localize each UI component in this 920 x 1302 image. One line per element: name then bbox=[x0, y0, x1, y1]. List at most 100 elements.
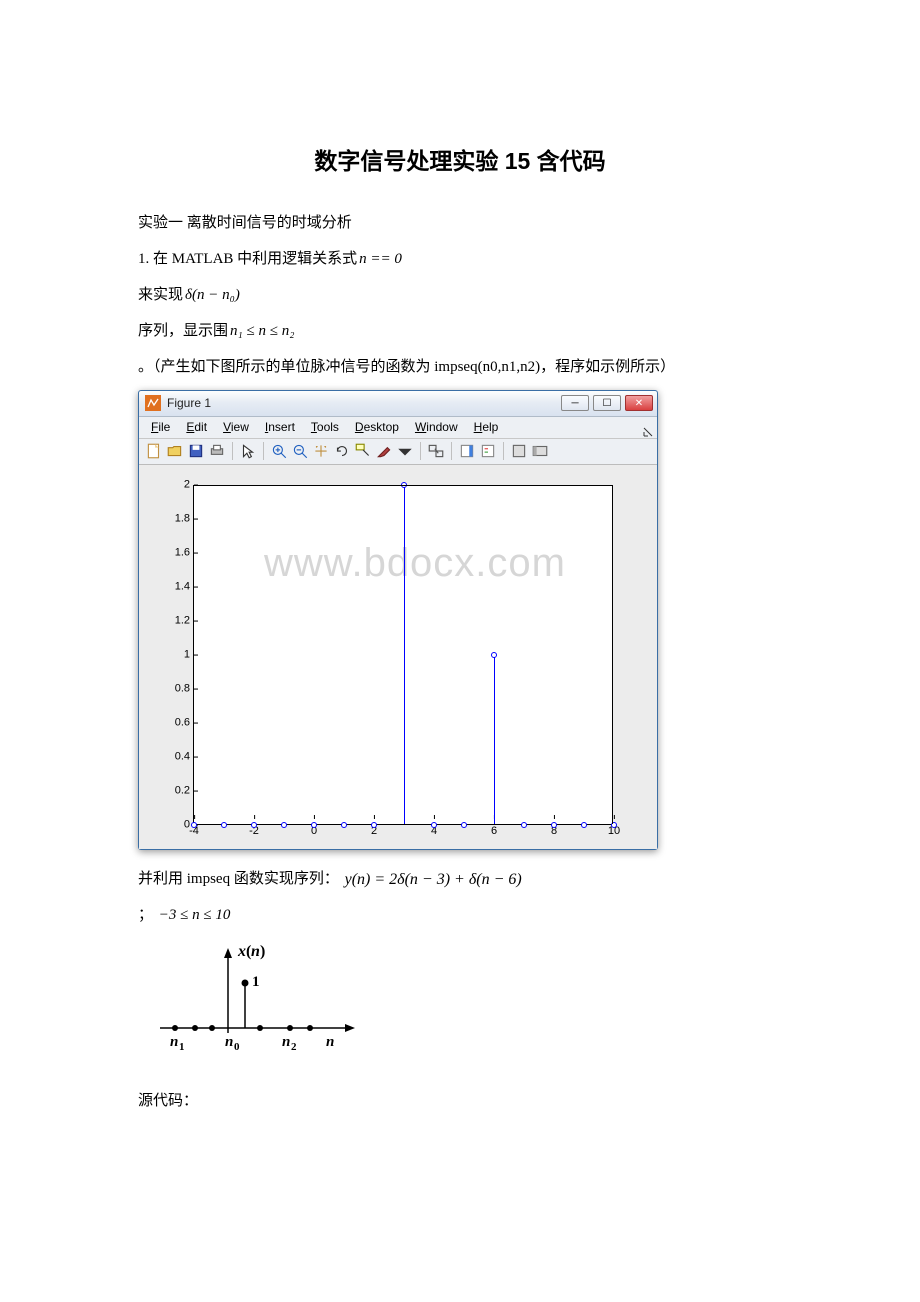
stem-marker bbox=[461, 822, 467, 828]
stem-marker bbox=[371, 822, 377, 828]
menu-edit[interactable]: Edit bbox=[178, 416, 215, 439]
svg-text:): ) bbox=[260, 943, 265, 960]
schematic-diagram: x ( n ) 1 n 1 n 0 n 2 n bbox=[150, 938, 830, 1069]
plot-area: www.bdocx.com 0 0.2 0.4 0.6 0.8 1 1.2 1.4 1.6 1.8… bbox=[139, 465, 657, 849]
stem-marker bbox=[281, 822, 287, 828]
formula-range-2: −3 ≤ n ≤ 10 bbox=[157, 906, 233, 924]
print-icon[interactable] bbox=[208, 442, 226, 460]
stem-marker bbox=[431, 822, 437, 828]
ytick-label: 1.2 bbox=[160, 610, 190, 631]
page-title: 数字信号处理实验 15 含代码 bbox=[90, 140, 830, 184]
stem-marker bbox=[491, 652, 497, 658]
datacursor-icon[interactable] bbox=[354, 442, 372, 460]
stem-marker bbox=[311, 822, 317, 828]
minimize-button[interactable]: ─ bbox=[561, 395, 589, 411]
experiment-heading: 实验一 离散时间信号的时域分析 bbox=[138, 208, 782, 238]
stem-marker bbox=[221, 822, 227, 828]
menu-insert[interactable]: Insert bbox=[257, 416, 303, 439]
para-range: 序列，显示围n₁ ≤ n ≤ n₂ bbox=[138, 316, 782, 346]
text: ； bbox=[138, 907, 153, 923]
separator bbox=[420, 442, 421, 460]
formula-n-eq-0: n == 0 bbox=[357, 250, 404, 268]
svg-text:2: 2 bbox=[291, 1041, 297, 1053]
axes[interactable]: www.bdocx.com 00.20.40.60.811.21.41.61.8… bbox=[193, 485, 613, 825]
menu-view[interactable]: View bbox=[215, 416, 257, 439]
stem-marker bbox=[521, 822, 527, 828]
new-icon[interactable] bbox=[145, 442, 163, 460]
ytick-label: 1.6 bbox=[160, 542, 190, 563]
ytick-label: 1 bbox=[160, 644, 190, 665]
formula-range: n₁ ≤ n ≤ n₂ bbox=[228, 322, 296, 340]
svg-text:n: n bbox=[251, 943, 260, 960]
ytick-label: 0.2 bbox=[160, 780, 190, 801]
pan-icon[interactable] bbox=[312, 442, 330, 460]
menu-window[interactable]: Window bbox=[407, 416, 466, 439]
ytick-label: 2 bbox=[160, 474, 190, 495]
stem-line bbox=[404, 484, 405, 824]
stem-marker bbox=[191, 822, 197, 828]
ytick-label: 0.4 bbox=[160, 746, 190, 767]
matlab-app-icon bbox=[145, 395, 161, 411]
svg-text:1: 1 bbox=[252, 974, 260, 990]
separator bbox=[451, 442, 452, 460]
dock-icon[interactable] bbox=[643, 422, 653, 432]
open-icon[interactable] bbox=[166, 442, 184, 460]
dropdown-icon[interactable] bbox=[396, 442, 414, 460]
matlab-figure-window: Figure 1 ─ ☐ ✕ File Edit View Insert Too… bbox=[138, 390, 658, 850]
ytick-label: 0 bbox=[160, 814, 190, 835]
show-tools-icon[interactable] bbox=[531, 442, 549, 460]
formula-yn: y(n) = 2δ(n − 3) + δ(n − 6) bbox=[343, 870, 524, 889]
source-code-label: 源代码： bbox=[138, 1086, 782, 1116]
text: 序列，显示围 bbox=[138, 323, 228, 339]
pointer-icon[interactable] bbox=[239, 442, 257, 460]
svg-text:n: n bbox=[282, 1034, 290, 1050]
text: 并利用 impseq 函数实现序列： bbox=[138, 871, 339, 887]
separator bbox=[263, 442, 264, 460]
window-title: Figure 1 bbox=[167, 392, 561, 415]
save-icon[interactable] bbox=[187, 442, 205, 460]
separator bbox=[503, 442, 504, 460]
ytick-label: 1.8 bbox=[160, 508, 190, 529]
window-titlebar[interactable]: Figure 1 ─ ☐ ✕ bbox=[139, 391, 657, 417]
stem-marker bbox=[581, 822, 587, 828]
menu-help[interactable]: Help bbox=[466, 416, 507, 439]
link-icon[interactable] bbox=[427, 442, 445, 460]
ytick-label: 1.4 bbox=[160, 576, 190, 597]
menu-tools[interactable]: Tools bbox=[303, 416, 347, 439]
stem-marker bbox=[341, 822, 347, 828]
hide-tools-icon[interactable] bbox=[510, 442, 528, 460]
colorbar-icon[interactable] bbox=[458, 442, 476, 460]
toolbar bbox=[139, 439, 657, 465]
svg-text:0: 0 bbox=[234, 1041, 240, 1053]
para-impseq-desc: 。（产生如下图所示的单位脉冲信号的函数为 impseq(n0,n1,n2)，程序… bbox=[138, 352, 830, 382]
para-impseq-usage: 并利用 impseq 函数实现序列： y(n) = 2δ(n − 3) + δ(… bbox=[138, 864, 782, 894]
close-button[interactable]: ✕ bbox=[625, 395, 653, 411]
text: 。（产生如下图所示的单位脉冲信号的函数为 impseq(n0,n1,n2)，程序… bbox=[138, 359, 675, 375]
para-delta: 来实现δ(n − n₀) bbox=[138, 280, 782, 310]
xtick-label: 6 bbox=[491, 821, 497, 842]
formula-delta: δ(n − n₀) bbox=[183, 286, 242, 304]
stem-line bbox=[494, 654, 495, 824]
svg-text:n: n bbox=[170, 1034, 178, 1050]
maximize-button[interactable]: ☐ bbox=[593, 395, 621, 411]
svg-text:1: 1 bbox=[179, 1041, 185, 1053]
svg-text:n: n bbox=[326, 1034, 334, 1050]
para-range-2: ； −3 ≤ n ≤ 10 bbox=[138, 900, 782, 930]
separator bbox=[232, 442, 233, 460]
ytick-label: 0.8 bbox=[160, 678, 190, 699]
para-item-1: 1. 在 MATLAB 中利用逻辑关系式n == 0 bbox=[138, 244, 782, 274]
stem-marker bbox=[551, 822, 557, 828]
svg-text:x: x bbox=[237, 943, 246, 960]
stem-marker bbox=[251, 822, 257, 828]
text: 1. 在 MATLAB 中利用逻辑关系式 bbox=[138, 251, 357, 267]
ytick-label: 0.6 bbox=[160, 712, 190, 733]
menu-file[interactable]: File bbox=[143, 416, 178, 439]
text: 来实现 bbox=[138, 287, 183, 303]
watermark: www.bdocx.com bbox=[264, 525, 613, 601]
zoom-in-icon[interactable] bbox=[270, 442, 288, 460]
rotate-icon[interactable] bbox=[333, 442, 351, 460]
brush-icon[interactable] bbox=[375, 442, 393, 460]
zoom-out-icon[interactable] bbox=[291, 442, 309, 460]
svg-text:n: n bbox=[225, 1034, 233, 1050]
legend-icon[interactable] bbox=[479, 442, 497, 460]
